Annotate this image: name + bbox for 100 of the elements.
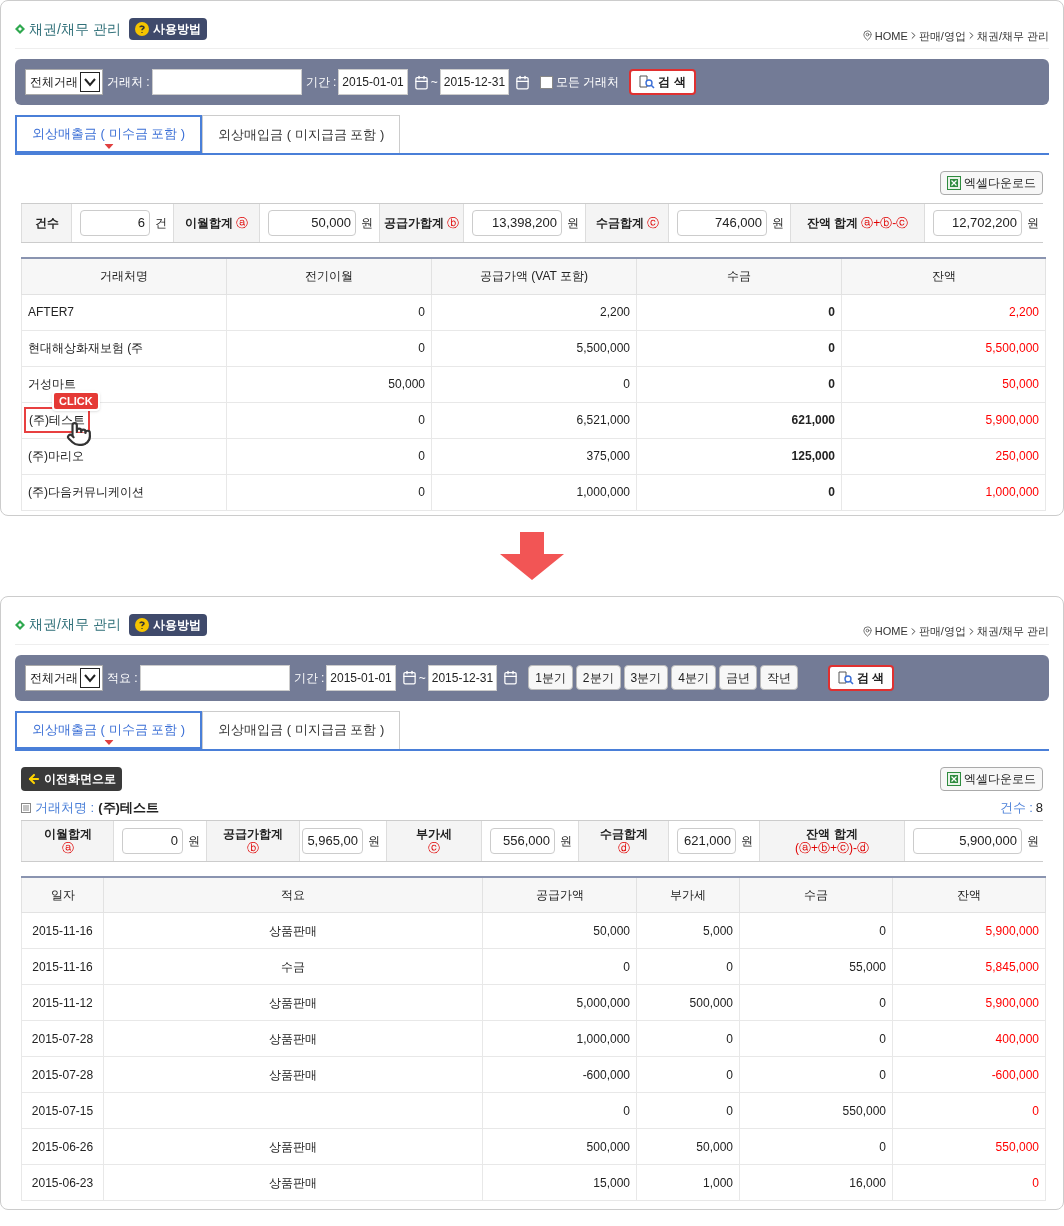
- location-pin-icon: [861, 625, 873, 637]
- column-header: 전기이월: [226, 258, 432, 294]
- date-field[interactable]: 2015-12-31: [427, 664, 498, 691]
- search-icon: [837, 670, 854, 685]
- unit-label: 원: [1027, 832, 1039, 850]
- formula-mark: ⓓ: [617, 840, 630, 855]
- table-cell: 0: [892, 1092, 1046, 1129]
- table-cell: 0: [636, 294, 842, 330]
- table-cell: 0: [739, 984, 893, 1021]
- breadcrumb-link[interactable]: 채권/채무 관리: [976, 27, 1049, 44]
- table-cell: 0: [636, 1056, 740, 1093]
- keyword-field[interactable]: [151, 69, 302, 95]
- summary-value-field[interactable]: 746,000: [677, 210, 767, 236]
- type-select[interactable]: 전체거래: [25, 664, 103, 691]
- table-cell: 5,500,000: [431, 330, 637, 366]
- table-cell: 1,000,000: [431, 474, 637, 510]
- summary-label: 잔액 합계: [806, 215, 859, 232]
- breadcrumb-link[interactable]: 판매/영업: [918, 623, 966, 640]
- client-name: (주)테스트: [98, 798, 159, 817]
- summary-value-field[interactable]: 12,702,200: [933, 210, 1022, 236]
- formula-mark: ⓐ: [236, 215, 248, 232]
- summary-label: 수금합계: [599, 826, 648, 841]
- table-cell: 2015-07-15: [21, 1092, 104, 1129]
- summary-value-field[interactable]: 13,398,200: [472, 210, 562, 236]
- summary-value-field[interactable]: 5,900,000: [913, 827, 1022, 854]
- table-cell: 0: [739, 1128, 893, 1165]
- table-cell: 400,000: [892, 1020, 1046, 1057]
- breadcrumb-link[interactable]: HOME: [874, 27, 908, 44]
- summary-value-field[interactable]: 0: [122, 827, 183, 854]
- table-cell: 0: [636, 330, 842, 366]
- type-select[interactable]: 전체거래: [25, 69, 103, 95]
- formula-mark: ⓐ+ⓑ-ⓒ: [861, 215, 909, 232]
- search-button[interactable]: 검 색: [827, 664, 895, 691]
- tab[interactable]: 외상매출금 ( 미수금 포함 ): [15, 115, 203, 153]
- client-label: 거래처명 :: [35, 798, 95, 817]
- client-name-cell[interactable]: (주)다음커뮤니케이션: [21, 474, 227, 510]
- table-cell: 2,200: [841, 294, 1046, 330]
- search-button[interactable]: 검 색: [629, 69, 696, 95]
- excel-download-button[interactable]: 엑셀다운로드: [940, 766, 1043, 791]
- table-cell: 0: [226, 294, 432, 330]
- client-name-cell[interactable]: (주)마리오: [21, 438, 227, 474]
- table-cell: 55,000: [739, 948, 893, 985]
- tab[interactable]: 외상매입금 ( 미지급금 포함 ): [202, 710, 401, 749]
- period-button[interactable]: 작년: [759, 665, 798, 690]
- help-button[interactable]: 사용방법: [128, 613, 207, 636]
- table-cell: 2015-11-16: [21, 912, 104, 949]
- table-cell: 0: [636, 948, 740, 985]
- date-separator: ~: [430, 74, 438, 91]
- client-name-cell[interactable]: 현대해상화재보험 (주: [21, 330, 227, 366]
- table-cell: 250,000: [841, 438, 1046, 474]
- table-cell: 5,000,000: [482, 984, 637, 1021]
- excel-download-button[interactable]: 엑셀다운로드: [940, 171, 1043, 195]
- unit-label: 원: [1027, 215, 1039, 232]
- list-icon: [21, 802, 31, 813]
- table-cell: 5,000: [636, 912, 740, 949]
- formula-mark: ⓒ: [428, 840, 440, 855]
- client-name-cell[interactable]: AFTER7: [21, 294, 227, 330]
- summary-label: 수금합계: [595, 215, 644, 232]
- calendar-icon[interactable]: [401, 670, 417, 685]
- period-button[interactable]: 3분기: [623, 665, 669, 690]
- date-field[interactable]: 2015-01-01: [338, 69, 408, 95]
- period-button[interactable]: 4분기: [671, 665, 716, 690]
- checkbox[interactable]: [540, 75, 554, 89]
- breadcrumb-link[interactable]: 채권/채무 관리: [976, 623, 1049, 640]
- dropdown-icon: [80, 72, 100, 92]
- summary-value-field[interactable]: 50,000: [268, 210, 356, 236]
- column-header: 수금: [636, 258, 842, 294]
- period-button[interactable]: 2분기: [575, 665, 621, 690]
- summary-value-field[interactable]: 6: [80, 210, 150, 236]
- date-field[interactable]: 2015-01-01: [326, 664, 396, 691]
- period-button[interactable]: 금년: [718, 665, 757, 690]
- date-field[interactable]: 2015-12-31: [439, 69, 510, 95]
- keyword-field[interactable]: [139, 664, 290, 691]
- summary-label: 이월합계: [43, 826, 92, 841]
- tab[interactable]: 외상매출금 ( 미수금 포함 ): [15, 710, 203, 749]
- tab[interactable]: 외상매입금 ( 미지급금 포함 ): [202, 115, 401, 153]
- summary-value-field[interactable]: 5,965,00: [302, 827, 363, 854]
- summary-value-field[interactable]: 621,000: [677, 827, 736, 854]
- help-button[interactable]: 사용방법: [128, 18, 207, 40]
- summary-value-field[interactable]: 556,000: [490, 827, 555, 854]
- back-button[interactable]: 이전화면으로: [21, 766, 122, 791]
- unit-label: 원: [361, 215, 373, 232]
- unit-label: 원: [772, 215, 784, 232]
- calendar-icon[interactable]: [515, 74, 531, 90]
- table-cell: 2015-06-23: [21, 1164, 104, 1201]
- breadcrumb-link[interactable]: HOME: [874, 623, 908, 640]
- calendar-icon[interactable]: [503, 670, 519, 685]
- table-cell: 0: [226, 402, 432, 438]
- table-cell: 상품판매: [103, 1020, 483, 1057]
- summary-label: 부가세: [416, 826, 452, 841]
- unit-label: 원: [560, 832, 572, 850]
- period-button[interactable]: 1분기: [528, 665, 573, 690]
- click-callout: CLICK: [52, 390, 100, 411]
- table-cell: 2015-07-28: [21, 1020, 104, 1057]
- keyword-label: 적요 :: [107, 669, 138, 687]
- spreadsheet-icon: [947, 176, 961, 190]
- table-cell: 15,000: [482, 1164, 637, 1201]
- calendar-icon[interactable]: [413, 74, 429, 90]
- breadcrumb-link[interactable]: 판매/영업: [918, 27, 966, 44]
- diamond-icon: [15, 24, 25, 34]
